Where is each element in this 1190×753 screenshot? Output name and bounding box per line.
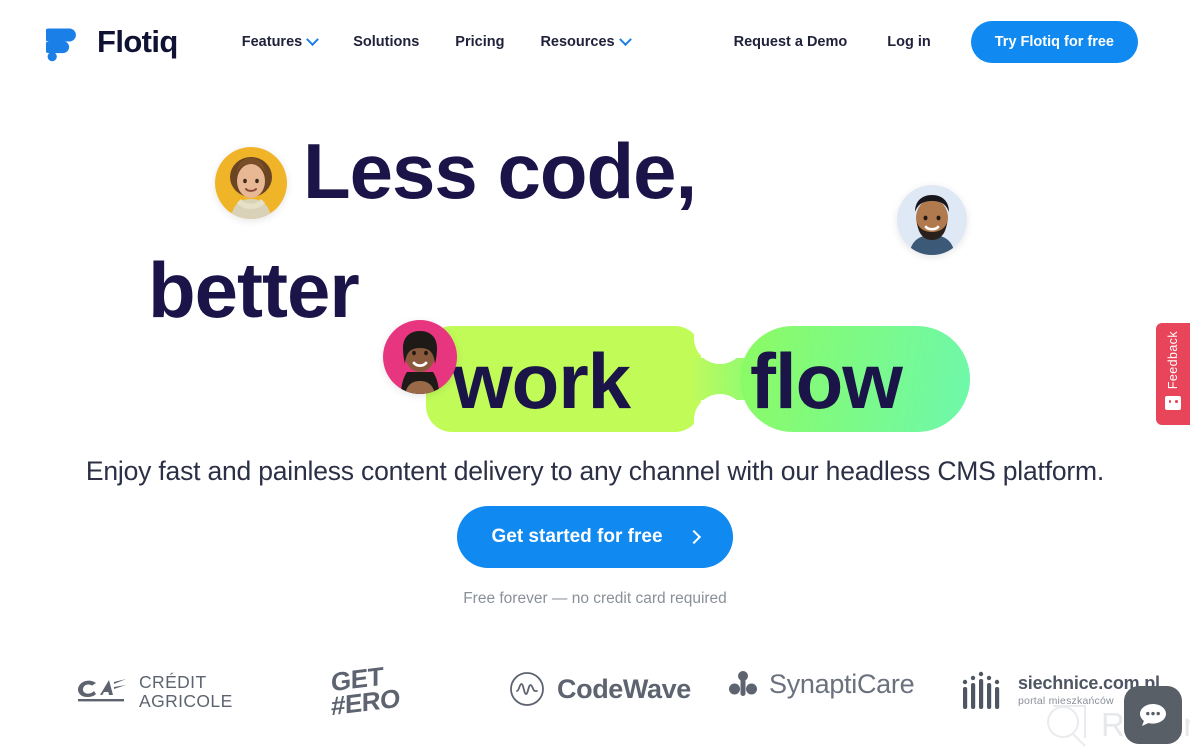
codewave-label: CodeWave bbox=[557, 673, 691, 704]
get-hero-text: GET #ERO bbox=[331, 661, 400, 722]
nav-item-pricing[interactable]: Pricing bbox=[455, 34, 504, 50]
smiley-icon bbox=[1165, 396, 1181, 411]
logo-synapticare: SynaptiCare bbox=[729, 669, 915, 700]
chevron-down-icon bbox=[618, 32, 632, 46]
brand-logo[interactable]: Flotiq bbox=[42, 22, 178, 62]
flotiq-node-logo-icon bbox=[42, 22, 84, 62]
nav-item-resources[interactable]: Resources bbox=[540, 32, 632, 50]
wave-circle-icon bbox=[510, 672, 544, 706]
client-logo-strip: CRÉDIT AGRICOLE GET #ERO CodeWave Synapt… bbox=[0, 655, 1190, 739]
feedback-tab[interactable]: Feedback bbox=[1156, 323, 1190, 425]
chevron-right-icon bbox=[686, 529, 701, 545]
credit-agricole-text: CRÉDIT AGRICOLE bbox=[139, 673, 233, 711]
hero-section: Less code, better work flow Enjoy fast a… bbox=[0, 84, 1190, 607]
nav-item-resources-label: Resources bbox=[540, 34, 615, 50]
headline-line-1: Less code, bbox=[303, 127, 697, 215]
page-root: Flotiq Features Solutions Pricing Resour… bbox=[0, 0, 1190, 753]
nav-item-solutions-label: Solutions bbox=[353, 34, 420, 50]
nav-item-pricing-label: Pricing bbox=[455, 34, 505, 50]
get-started-label: Get started for free bbox=[491, 526, 663, 547]
login-link[interactable]: Log in bbox=[887, 34, 931, 50]
logo-credit-agricole: CRÉDIT AGRICOLE bbox=[76, 673, 233, 711]
get-hero-line2: #ERO bbox=[331, 682, 400, 722]
credit-agricole-line1: CRÉDIT bbox=[139, 672, 207, 692]
brand-name: Flotiq bbox=[97, 24, 178, 59]
hero-headline: Less code, better work flow bbox=[0, 84, 1190, 436]
get-started-button[interactable]: Get started for free bbox=[457, 506, 733, 568]
credit-agricole-line2: AGRICOLE bbox=[139, 690, 233, 711]
chat-bubble-icon bbox=[1140, 704, 1166, 726]
avatar-woman-curly-hair bbox=[215, 147, 287, 219]
feedback-label: Feedback bbox=[1166, 331, 1180, 390]
chevron-down-icon bbox=[306, 32, 320, 46]
try-flotiq-button[interactable]: Try Flotiq for free bbox=[970, 21, 1138, 63]
nav-item-solutions[interactable]: Solutions bbox=[353, 34, 419, 50]
bars-icon bbox=[962, 671, 1000, 709]
header-actions: Request a Demo Log in Try Flotiq for fre… bbox=[734, 21, 1138, 63]
request-demo-link[interactable]: Request a Demo bbox=[734, 34, 848, 50]
hero-subtitle: Enjoy fast and painless content delivery… bbox=[85, 456, 1105, 486]
headline-word-flow: flow bbox=[750, 337, 903, 425]
headline-line-2: better bbox=[148, 246, 360, 334]
primary-nav: Features Solutions Pricing Resources bbox=[241, 32, 632, 50]
highlight-notch-bottom bbox=[694, 394, 746, 436]
logo-get-hero: GET #ERO bbox=[331, 661, 400, 721]
chat-widget-button[interactable] bbox=[1124, 686, 1182, 744]
nav-item-features[interactable]: Features bbox=[241, 32, 320, 50]
logo-codewave: CodeWave bbox=[509, 671, 691, 707]
avatar-man-beard bbox=[897, 185, 967, 255]
headline-word-work: work bbox=[452, 337, 631, 425]
cta-note: Free forever — no credit card required bbox=[463, 590, 727, 607]
synapse-icon bbox=[729, 670, 757, 696]
nav-item-features-label: Features bbox=[241, 34, 303, 50]
site-header: Flotiq Features Solutions Pricing Resour… bbox=[0, 0, 1190, 84]
avatar-woman-smiling bbox=[383, 320, 457, 394]
hero-cta-wrapper: Get started for free bbox=[0, 506, 1190, 568]
synapticare-label: SynaptiCare bbox=[769, 669, 915, 699]
credit-agricole-icon bbox=[77, 678, 126, 702]
